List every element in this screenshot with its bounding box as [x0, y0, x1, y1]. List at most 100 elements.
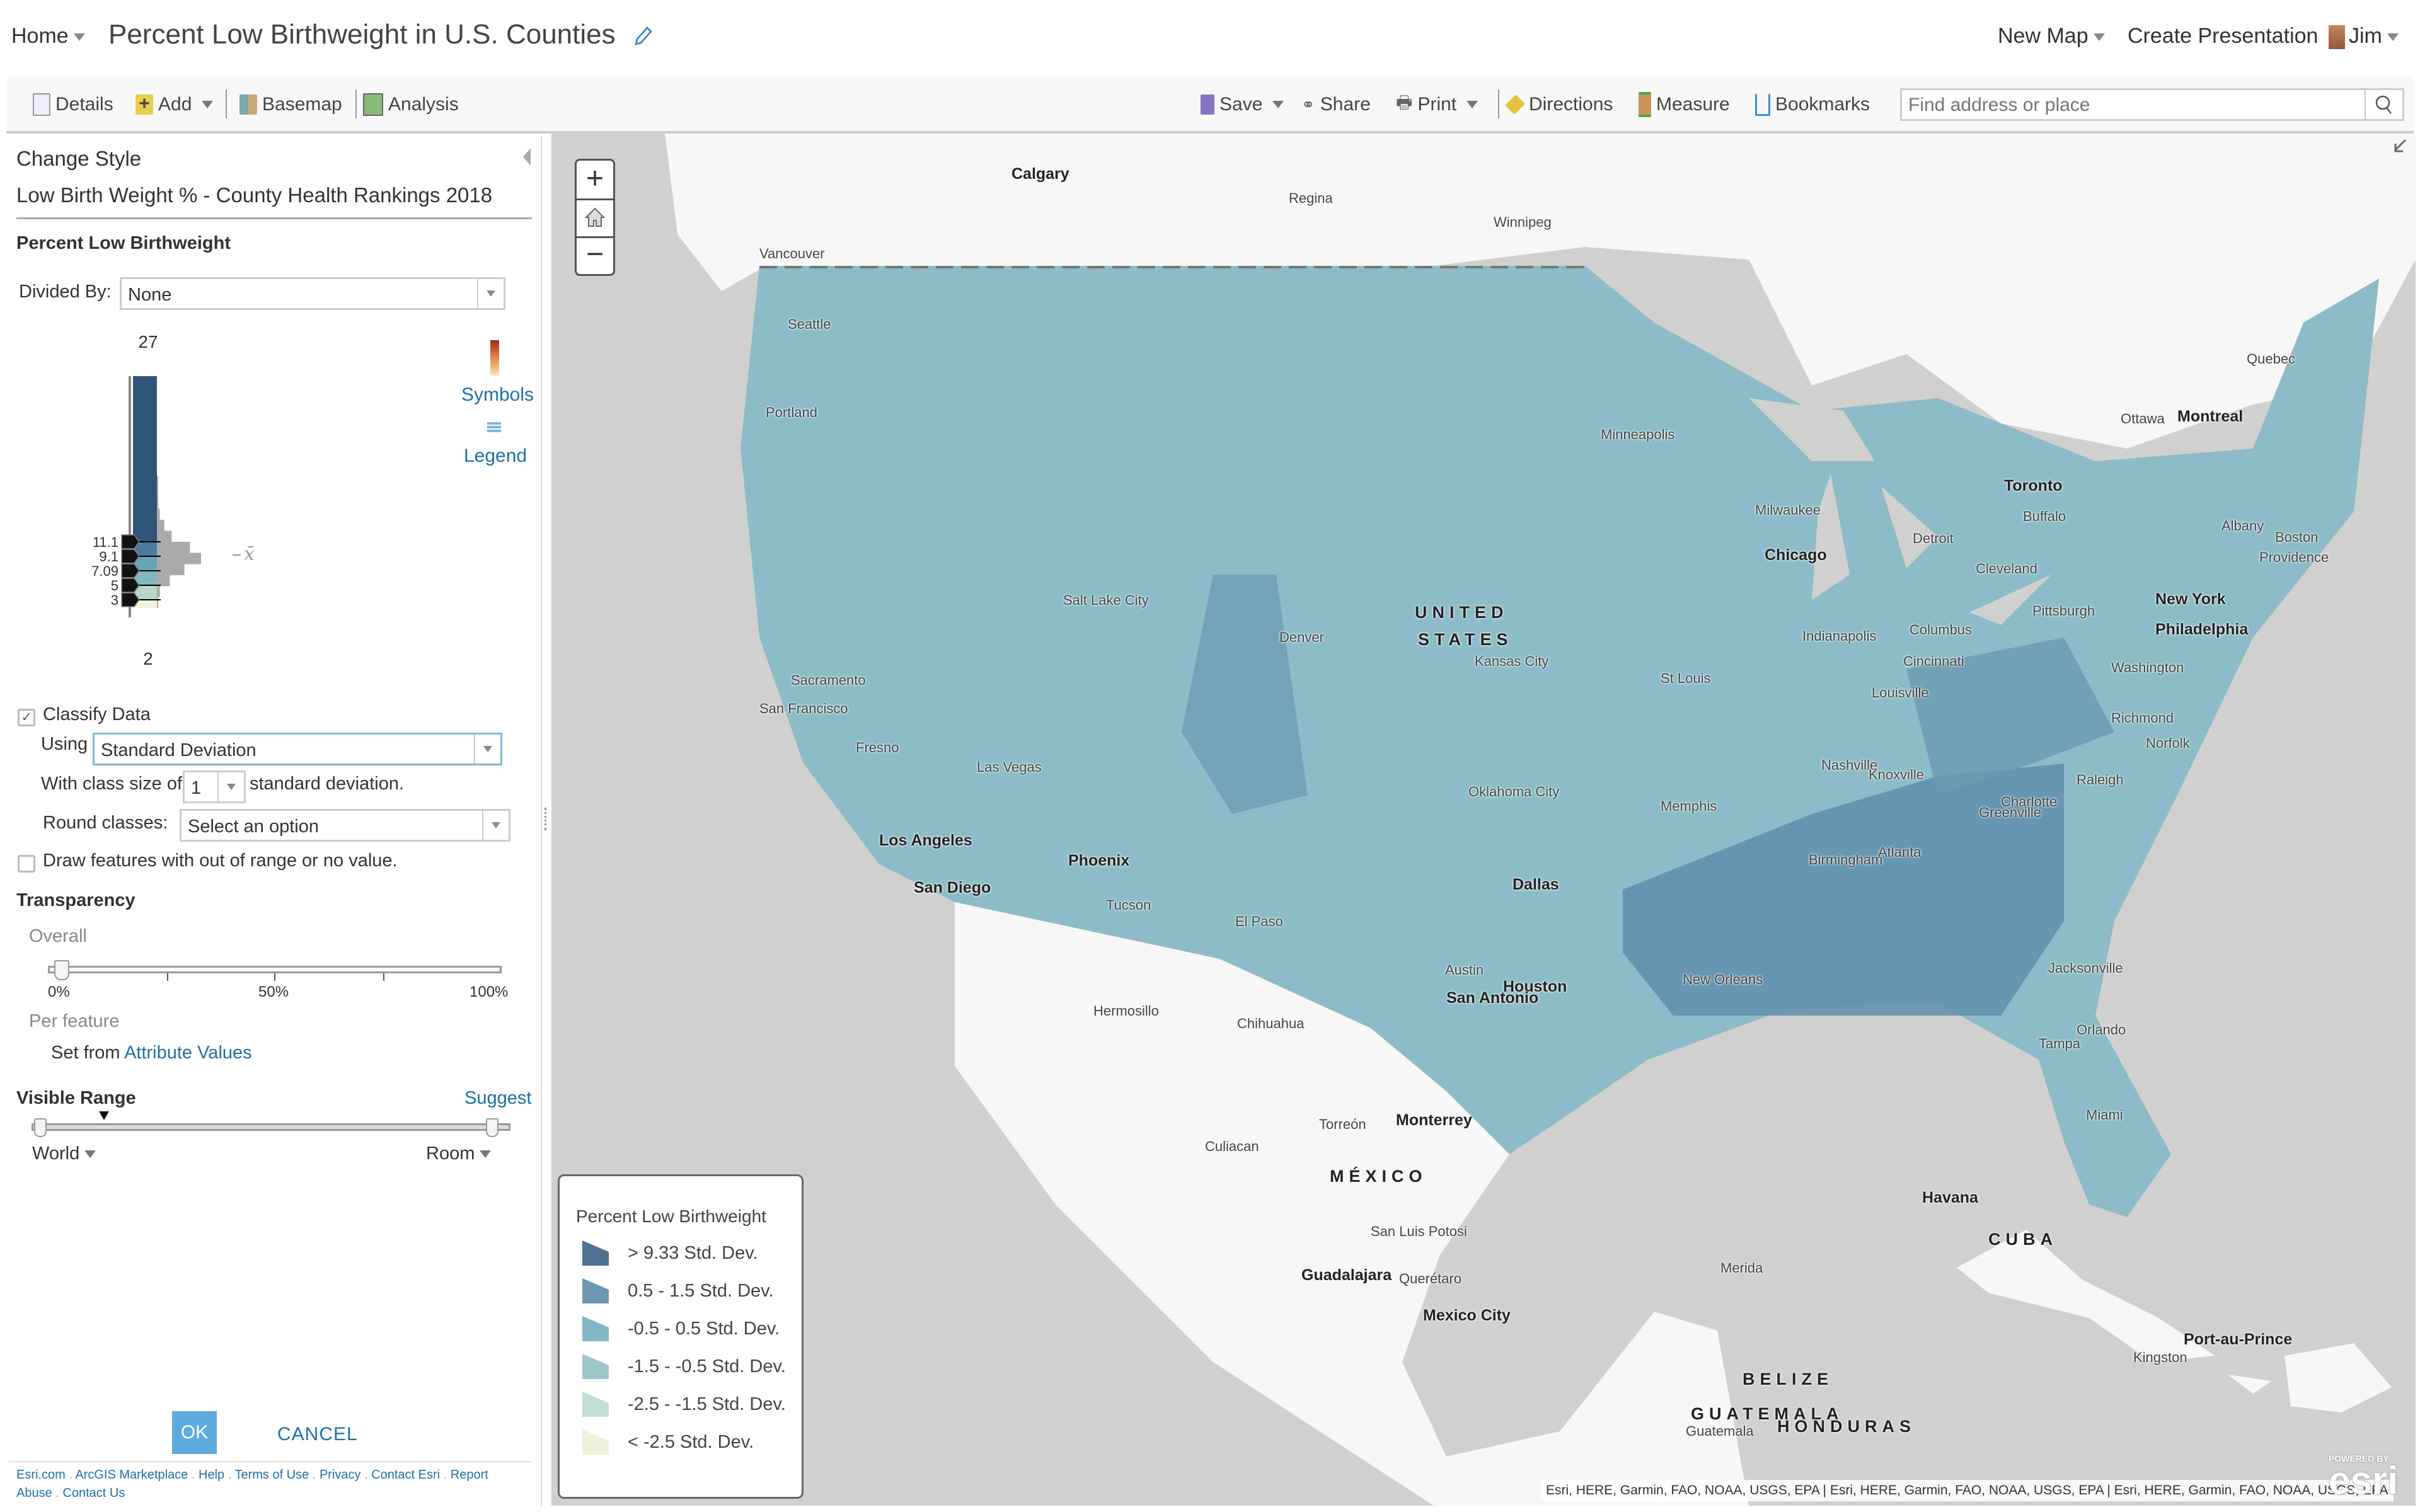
- map-label-portland: Portland: [766, 404, 817, 420]
- map-title: Percent Low Birthweight in U.S. Counties: [108, 19, 654, 50]
- footer-link[interactable]: Terms of Use: [234, 1468, 309, 1482]
- footer-link[interactable]: Contact Us: [62, 1486, 125, 1500]
- cancel-button[interactable]: CANCEL: [277, 1424, 358, 1445]
- collapse-panel-icon[interactable]: [523, 148, 531, 166]
- bookmarks-button[interactable]: Bookmarks: [1755, 92, 1870, 117]
- zoom-out-button[interactable]: −: [577, 236, 613, 274]
- panel-resize-handle[interactable]: [544, 808, 549, 830]
- suggest-link[interactable]: Suggest: [464, 1088, 531, 1109]
- new-map-menu[interactable]: New Map: [1998, 24, 2105, 49]
- classification-method-value: Standard Deviation: [101, 740, 256, 760]
- transparency-slider-track[interactable]: [48, 966, 502, 973]
- divider: [9, 1461, 532, 1462]
- toolbar: Details + Add Basemap Analysis Save ⚭ Shar…: [6, 77, 2414, 134]
- home-menu[interactable]: Home: [11, 24, 85, 49]
- ok-button[interactable]: OK: [172, 1411, 217, 1454]
- esri-logo[interactable]: POWERED BY esri: [2329, 1453, 2404, 1504]
- footer-link[interactable]: Privacy: [320, 1468, 361, 1482]
- footer-link[interactable]: Help: [199, 1468, 224, 1482]
- divided-by-select[interactable]: None: [120, 277, 505, 310]
- classify-label: Classify Data: [43, 704, 151, 724]
- search-icon: [2375, 95, 2392, 114]
- map-label-tucson: Tucson: [1106, 897, 1151, 913]
- map-label-oklahoma-city: Oklahoma City: [1468, 784, 1560, 799]
- bookmarks-label: Bookmarks: [1775, 94, 1870, 115]
- footer-link[interactable]: Contact Esri: [371, 1468, 440, 1482]
- details-button[interactable]: Details: [33, 92, 113, 117]
- map-label-indianapolis: Indianapolis: [1802, 628, 1877, 644]
- histogram-bar: [157, 498, 159, 509]
- map-label-greenville: Greenville: [1979, 805, 2042, 820]
- map-label-richmond: Richmond: [2111, 710, 2174, 726]
- map-label-pittsburgh: Pittsburgh: [2032, 603, 2095, 619]
- expand-map-icon[interactable]: [2390, 137, 2409, 159]
- legend-item-label: -2.5 - -1.5 Std. Dev.: [628, 1394, 786, 1414]
- transparency-tick-label: 50%: [258, 983, 289, 1000]
- share-button[interactable]: ⚭ Share: [1301, 92, 1371, 117]
- classification-method-select[interactable]: Standard Deviation: [93, 733, 502, 765]
- round-classes-select[interactable]: Select an option: [180, 809, 510, 842]
- directions-label: Directions: [1529, 94, 1613, 115]
- range-min-select[interactable]: World: [32, 1143, 96, 1164]
- create-presentation-link[interactable]: Create Presentation: [2128, 24, 2318, 49]
- map-label-miami: Miami: [2086, 1107, 2123, 1123]
- set-from-row: Set from Attribute Values: [51, 1043, 252, 1063]
- map-label-san-antonio: San Antonio: [1446, 989, 1539, 1007]
- chevron-down-icon: [474, 735, 500, 764]
- divided-by-label: Divided By:: [19, 282, 112, 302]
- add-icon: +: [135, 94, 153, 115]
- map-label-merida: Merida: [1720, 1260, 1763, 1276]
- measure-button[interactable]: Measure: [1639, 92, 1730, 117]
- legend-item-label: < -2.5 Std. Dev.: [628, 1431, 754, 1452]
- map-view[interactable]: + − Calgary Regina Winnipeg Vancouver Seattl…: [551, 134, 2416, 1506]
- slider-tick: [274, 973, 275, 981]
- map-label-mexico-city: Mexico City: [1423, 1307, 1511, 1324]
- map-label-providence: Providence: [2259, 549, 2329, 565]
- map-attribution: Esri, HERE, Garmin, FAO, NOAA, USGS, EPA…: [1541, 1480, 2394, 1501]
- save-button[interactable]: Save: [1201, 92, 1284, 117]
- map-label-guatemala-city: Guatemala: [1686, 1423, 1754, 1439]
- analysis-button[interactable]: Analysis: [363, 92, 459, 117]
- print-label: Print: [1417, 94, 1457, 115]
- map-label-los-angeles: Los Angeles: [879, 832, 972, 849]
- transparency-slider-thumb[interactable]: [54, 960, 69, 980]
- basemap-button[interactable]: Basemap: [239, 92, 342, 117]
- directions-button[interactable]: Directions: [1505, 92, 1613, 117]
- visible-range-slider-track[interactable]: [32, 1123, 510, 1131]
- measure-icon: [1639, 92, 1651, 117]
- legend-item: -1.5 - -0.5 Std. Dev.: [582, 1353, 786, 1380]
- land-jamaica: [2228, 1375, 2272, 1394]
- round-classes-value: Select an option: [188, 816, 319, 837]
- pencil-icon[interactable]: [632, 25, 654, 47]
- class-size-select[interactable]: 1: [183, 770, 246, 803]
- map-label-st-louis: St Louis: [1661, 670, 1711, 686]
- legend-swatch: [582, 1278, 609, 1303]
- attribute-values-link[interactable]: Attribute Values: [124, 1043, 252, 1063]
- zoom-in-button[interactable]: +: [577, 161, 613, 200]
- legend-icon[interactable]: [487, 421, 501, 435]
- home-button[interactable]: [577, 198, 613, 238]
- user-menu[interactable]: Jim: [2329, 24, 2399, 50]
- legend-link[interactable]: Legend: [464, 445, 527, 467]
- range-max-select[interactable]: Room: [426, 1143, 492, 1164]
- histogram-bar: [157, 564, 185, 575]
- change-style-panel: Change Style Low Birth Weight % - County…: [6, 135, 542, 1506]
- visible-range-min-handle[interactable]: [34, 1118, 47, 1137]
- range-max-value: Room: [426, 1143, 475, 1164]
- add-button[interactable]: + Add: [135, 92, 214, 117]
- visible-range-max-handle[interactable]: [486, 1118, 498, 1137]
- search-input[interactable]: [1902, 90, 2376, 120]
- land-hispaniola: [2285, 1343, 2392, 1412]
- chevron-down-icon: [2387, 33, 2399, 42]
- search-button[interactable]: [2365, 90, 2402, 119]
- print-button[interactable]: 🖶 Print: [1396, 92, 1478, 117]
- footer-link[interactable]: Esri.com: [16, 1468, 66, 1482]
- print-icon: 🖶: [1396, 93, 1413, 112]
- draw-out-of-range-checkbox[interactable]: [18, 855, 35, 873]
- color-ramp-icon[interactable]: [490, 340, 499, 375]
- footer-links: Esri.com . ArcGIS Marketplace . Help . T…: [16, 1466, 521, 1503]
- map-label-calgary: Calgary: [1011, 165, 1069, 183]
- footer-link[interactable]: ArcGIS Marketplace: [75, 1468, 188, 1482]
- classify-checkbox[interactable]: ✓: [18, 709, 35, 726]
- symbols-link[interactable]: Symbols: [461, 384, 534, 406]
